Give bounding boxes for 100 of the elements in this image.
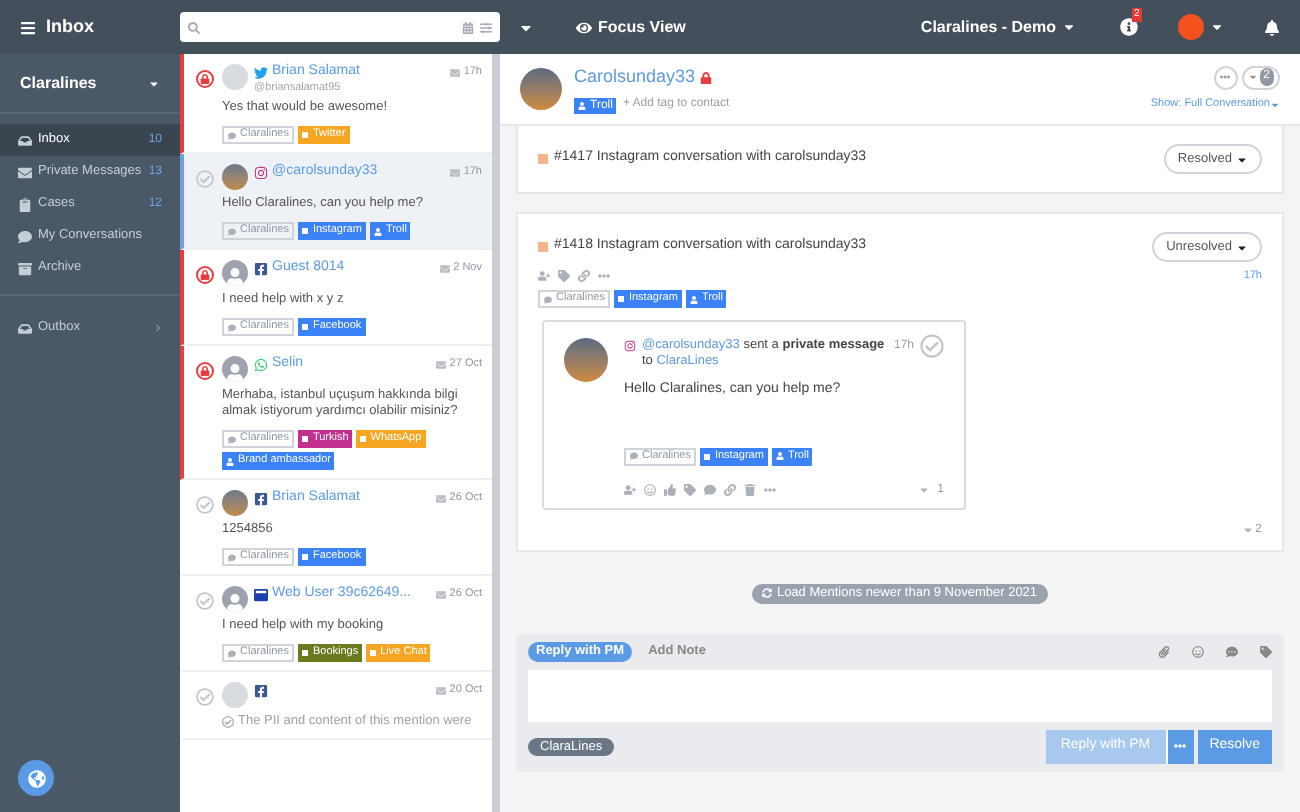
- bird-icon: [254, 66, 268, 80]
- lock-badge-icon: [196, 70, 214, 88]
- info-icon[interactable]: [1120, 18, 1138, 36]
- square-icon: [302, 324, 309, 330]
- eye-icon: [576, 19, 592, 35]
- person-icon: [373, 227, 382, 235]
- speech-bubble-icon: [228, 553, 236, 561]
- caret-icon: [917, 484, 930, 497]
- square-icon: [370, 650, 377, 656]
- camera-icon: [254, 166, 268, 180]
- person-icon: [689, 295, 698, 304]
- speech-bubble-icon[interactable]: [1226, 645, 1238, 658]
- person-icon: [226, 457, 234, 465]
- globe-button[interactable]: [18, 760, 54, 796]
- search-icon: [188, 21, 200, 33]
- facebook-icon: [254, 492, 268, 506]
- square-icon: [302, 554, 309, 560]
- envelope-icon: [449, 68, 460, 78]
- more-button[interactable]: [1213, 65, 1238, 90]
- lock-icon: [699, 71, 712, 83]
- case-icon: [538, 242, 548, 252]
- globe-icon: [27, 769, 45, 787]
- clipboard-icon: [18, 197, 32, 211]
- more-options-button[interactable]: [1165, 729, 1194, 764]
- smiley-icon[interactable]: [1192, 645, 1204, 658]
- caret-icon: [1247, 72, 1258, 83]
- lock-badge-icon: [196, 266, 214, 284]
- square-icon: [302, 228, 309, 234]
- paperclip-icon[interactable]: [1158, 645, 1170, 658]
- trash-icon[interactable]: [744, 484, 756, 497]
- speech-bubble-icon: [228, 131, 236, 139]
- envelope-icon: [435, 360, 446, 370]
- tray-icon: [18, 321, 32, 335]
- caret-icon[interactable]: [148, 77, 160, 89]
- speech-bubble-icon: [228, 435, 236, 443]
- speech-bubble-icon: [228, 323, 236, 331]
- square-icon: [360, 436, 367, 442]
- account-name: Claralines: [20, 71, 97, 95]
- envelope-icon: [439, 264, 450, 274]
- archive-icon: [18, 261, 32, 275]
- caret-icon: [1241, 524, 1254, 537]
- caret-icon: [1236, 241, 1248, 253]
- caret-icon: [1236, 153, 1248, 165]
- more-icon[interactable]: [598, 270, 610, 283]
- browser-window-icon: [254, 588, 268, 602]
- photo-placeholder: [564, 338, 608, 383]
- face-icon[interactable]: [644, 484, 656, 497]
- envelope-icon: [435, 494, 446, 504]
- page-title: Inbox: [46, 13, 94, 40]
- phone-bubble-icon: [254, 358, 268, 372]
- avatar-silhouette: [222, 356, 248, 382]
- caret-icon: [1270, 99, 1280, 109]
- tag-icon[interactable]: [558, 270, 570, 283]
- tag-icon[interactable]: [1260, 645, 1272, 658]
- menu-icon[interactable]: [20, 19, 36, 35]
- inbox-icon: [18, 133, 32, 147]
- square-icon: [704, 453, 711, 460]
- tag-icon[interactable]: [684, 484, 696, 497]
- lock-badge-icon: [196, 362, 214, 380]
- filter-icon[interactable]: [480, 21, 492, 33]
- envelope-icon: [18, 165, 32, 179]
- link-icon[interactable]: [578, 270, 590, 283]
- bell-icon[interactable]: [1264, 19, 1280, 35]
- camera-icon: [624, 340, 636, 353]
- avatar-silhouette: [222, 586, 248, 612]
- more-icon[interactable]: [764, 484, 776, 497]
- speech-bubble-icon: [18, 229, 32, 243]
- focus-view-button[interactable]: Focus View: [598, 15, 686, 39]
- case-icon: [538, 154, 548, 164]
- person-icon: [578, 101, 586, 110]
- link-icon[interactable]: [724, 484, 736, 497]
- search-field[interactable]: [180, 12, 500, 42]
- speech-bubble-icon[interactable]: [704, 484, 716, 497]
- square-icon: [302, 132, 309, 138]
- photo-placeholder: [222, 490, 248, 516]
- speech-bubble-icon: [630, 452, 638, 461]
- caret-icon: [1062, 20, 1076, 34]
- thumbs-up-icon[interactable]: [664, 484, 676, 497]
- more-icon: [1220, 72, 1231, 83]
- person-icon: [775, 452, 784, 461]
- refresh-icon: [762, 588, 773, 599]
- speech-bubble-icon: [228, 649, 236, 657]
- chevron-icon: [154, 324, 162, 332]
- contact-name[interactable]: Carolsunday33: [574, 63, 696, 91]
- speech-bubble-icon: [544, 295, 552, 304]
- facebook-icon: [254, 262, 268, 276]
- facebook-icon: [254, 684, 268, 698]
- photo-placeholder: [222, 164, 248, 190]
- envelope-icon: [449, 168, 460, 178]
- speech-bubble-icon: [228, 227, 236, 235]
- account-switcher[interactable]: Claralines - Demo: [920, 15, 1056, 39]
- envelope-icon: [435, 590, 446, 600]
- caret-icon[interactable]: [1210, 20, 1224, 34]
- assign-icon[interactable]: [538, 270, 550, 283]
- calendar-icon[interactable]: [462, 21, 474, 33]
- square-icon: [302, 436, 309, 442]
- envelope-icon: [435, 686, 446, 696]
- square-icon: [302, 650, 309, 656]
- assign-icon[interactable]: [624, 484, 636, 497]
- more-icon: [1174, 740, 1187, 753]
